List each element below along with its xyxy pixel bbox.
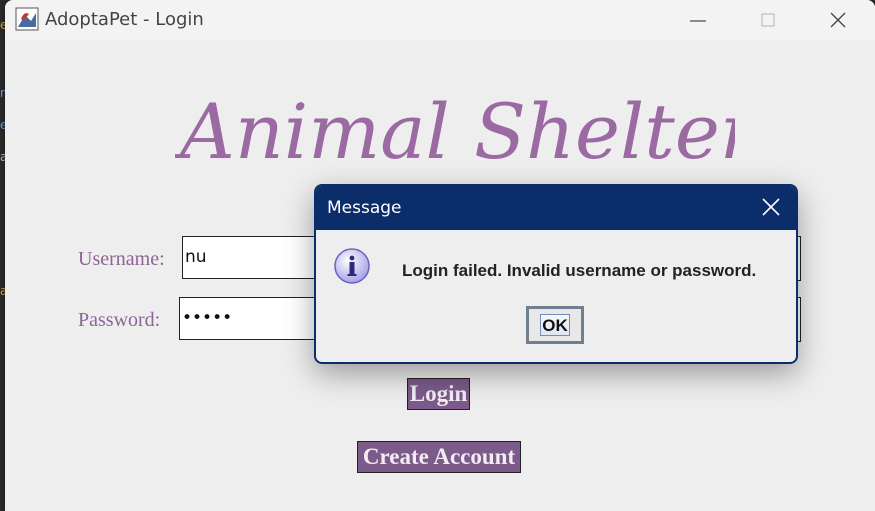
- ok-button[interactable]: OK: [526, 306, 584, 344]
- maximize-icon: [761, 13, 775, 27]
- dialog-title: Message: [327, 198, 402, 218]
- password-input[interactable]: •••••: [179, 297, 322, 340]
- java-app-icon: [15, 7, 39, 31]
- maximize-button[interactable]: [745, 6, 791, 34]
- animal-shelter-logo: Animal Shelter: [175, 87, 735, 176]
- hero-text: Animal Shelter: [175, 87, 735, 176]
- close-icon: [830, 12, 846, 28]
- minimize-icon: [690, 20, 706, 22]
- dialog-title-bar: Message: [316, 186, 796, 230]
- login-button[interactable]: Login: [407, 378, 470, 410]
- username-input[interactable]: nu: [182, 236, 322, 279]
- info-icon: [332, 246, 374, 288]
- username-label: Username:: [78, 248, 165, 270]
- password-label: Password:: [78, 309, 161, 331]
- create-account-button[interactable]: Create Account: [357, 441, 521, 473]
- title-bar: AdoptaPet - Login: [5, 0, 875, 40]
- dialog-close-button[interactable]: [760, 196, 782, 218]
- ok-button-label: OK: [540, 314, 570, 336]
- window-title: AdoptaPet - Login: [45, 9, 204, 30]
- minimize-button[interactable]: [675, 6, 721, 34]
- message-dialog: Message Login failed. Invalid username o…: [314, 184, 798, 364]
- dialog-message: Login failed. Invalid username or passwo…: [402, 261, 757, 280]
- close-icon: [762, 198, 780, 216]
- close-button[interactable]: [815, 6, 861, 34]
